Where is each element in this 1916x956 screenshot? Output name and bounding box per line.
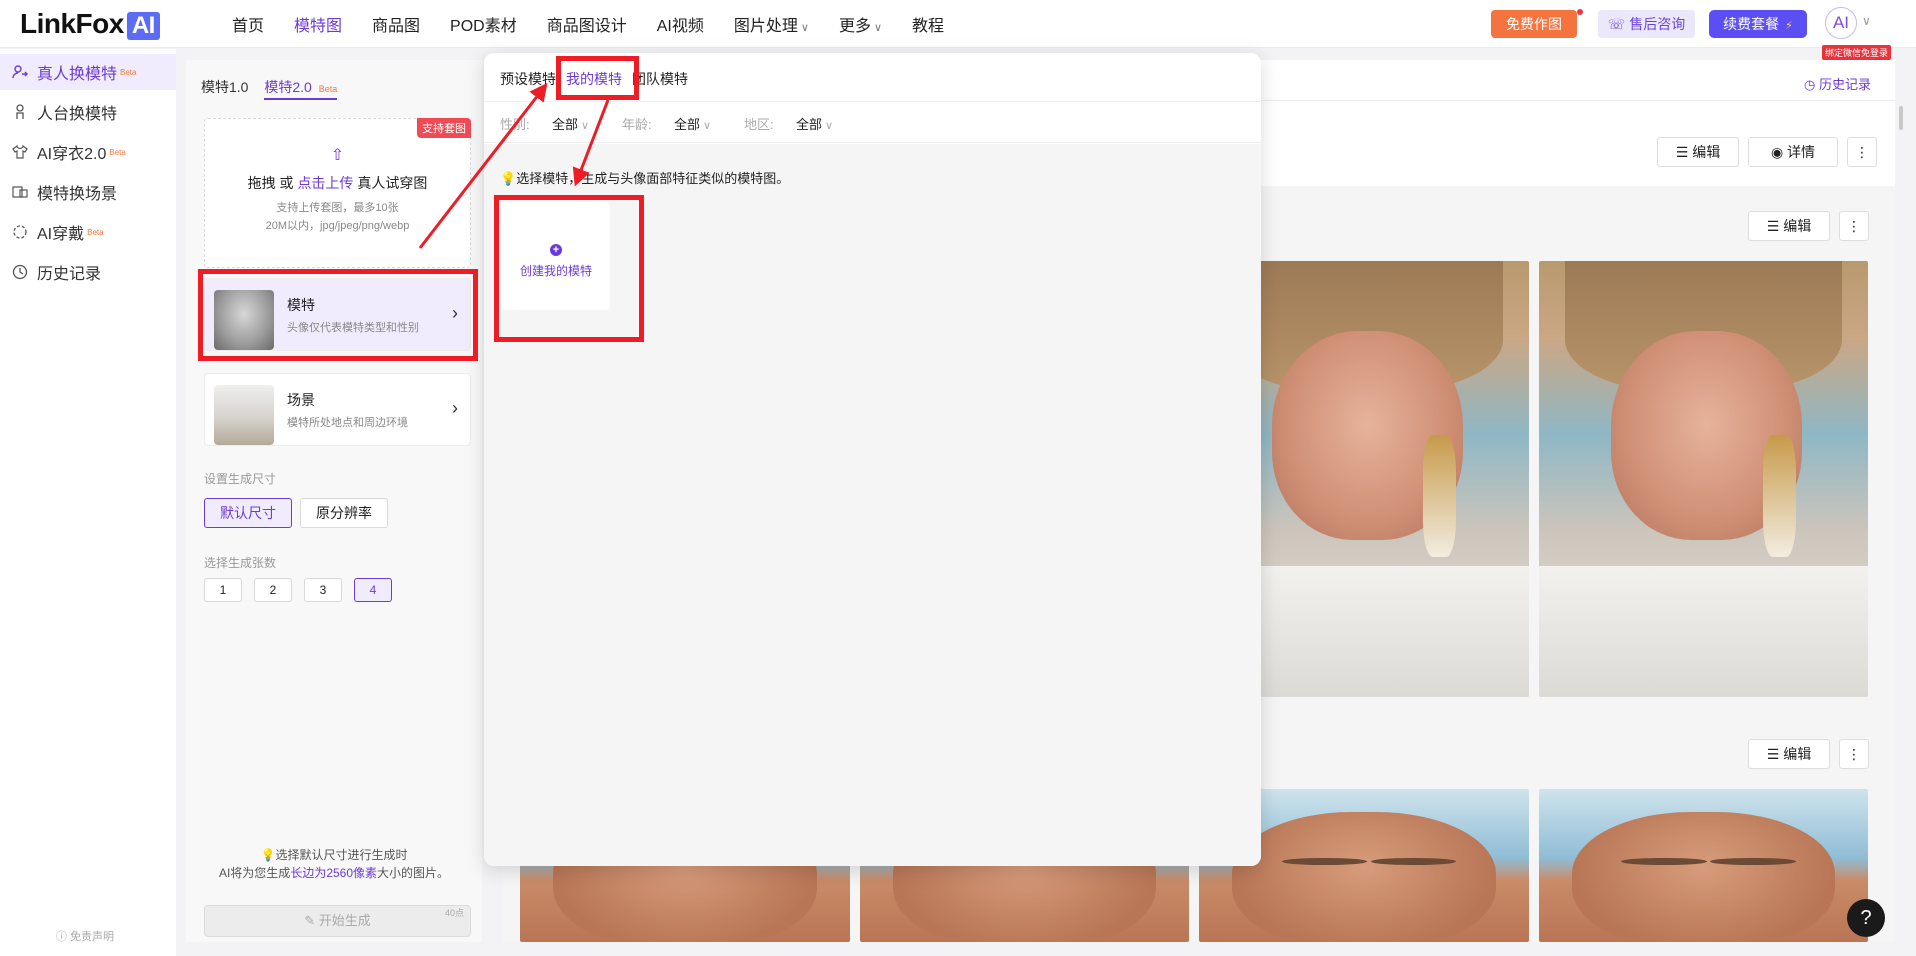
arrow-to-create-model: [572, 99, 610, 187]
annotation-arrows: [418, 82, 610, 249]
arrow-to-my-models-tab: [418, 82, 548, 249]
help-button[interactable]: ?: [1847, 899, 1885, 937]
